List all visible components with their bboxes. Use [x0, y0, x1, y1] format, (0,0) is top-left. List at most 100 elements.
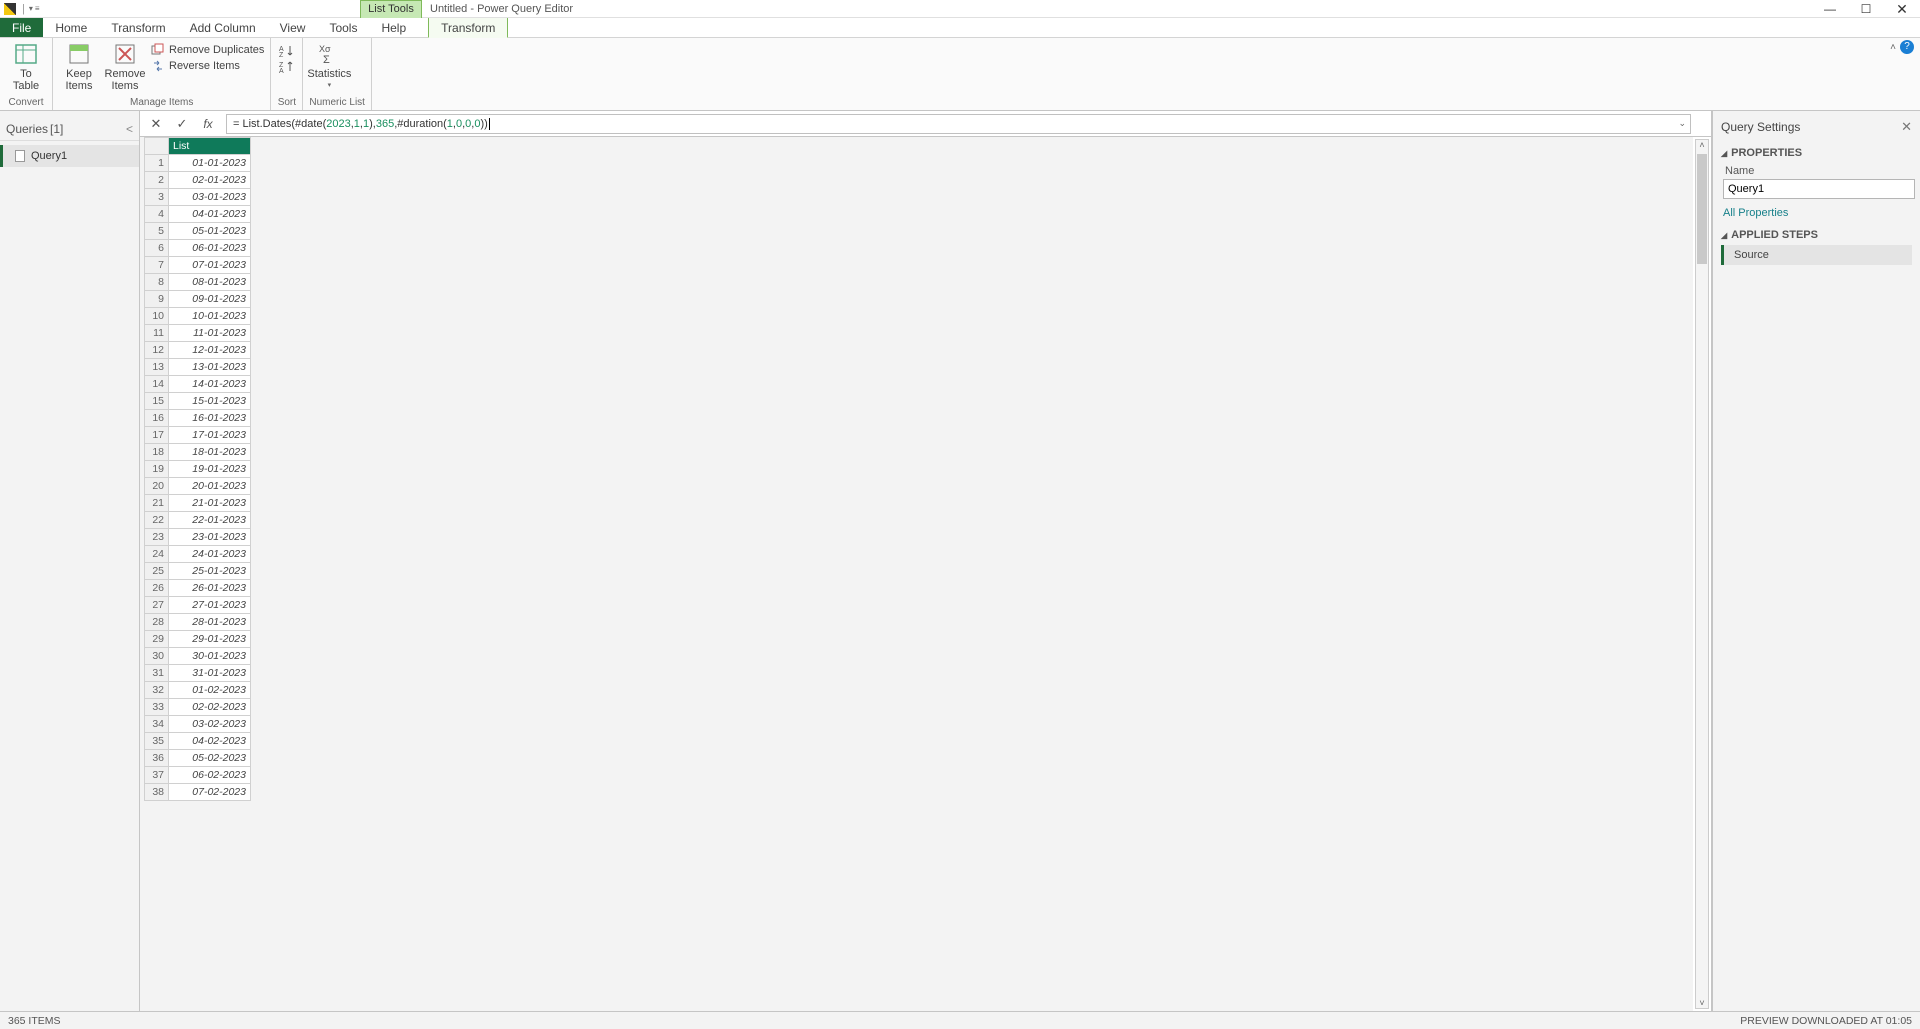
table-row[interactable]: 1313-01-2023 — [145, 359, 251, 376]
table-row[interactable]: 1515-01-2023 — [145, 393, 251, 410]
data-table[interactable]: List 101-01-2023202-01-2023303-01-202340… — [144, 137, 251, 801]
table-row[interactable]: 3302-02-2023 — [145, 699, 251, 716]
cell-value[interactable]: 05-01-2023 — [169, 223, 251, 240]
row-number[interactable]: 2 — [145, 172, 169, 189]
cell-value[interactable]: 11-01-2023 — [169, 325, 251, 342]
tab-transform[interactable]: Transform — [99, 18, 177, 37]
maximize-button[interactable]: ☐ — [1848, 0, 1884, 18]
table-row[interactable]: 2727-01-2023 — [145, 597, 251, 614]
row-number[interactable]: 1 — [145, 155, 169, 172]
table-row[interactable]: 1010-01-2023 — [145, 308, 251, 325]
table-row[interactable]: 505-01-2023 — [145, 223, 251, 240]
cell-value[interactable]: 18-01-2023 — [169, 444, 251, 461]
cell-value[interactable]: 04-02-2023 — [169, 733, 251, 750]
query-name-input[interactable] — [1723, 179, 1915, 199]
cell-value[interactable]: 17-01-2023 — [169, 427, 251, 444]
cell-value[interactable]: 06-01-2023 — [169, 240, 251, 257]
scroll-down-icon[interactable]: ˅ — [1699, 998, 1704, 1008]
table-row[interactable]: 1818-01-2023 — [145, 444, 251, 461]
row-number[interactable]: 26 — [145, 580, 169, 597]
qat-dropdown-icon[interactable]: ▾ — [29, 4, 33, 13]
table-row[interactable]: 303-01-2023 — [145, 189, 251, 206]
row-number[interactable]: 31 — [145, 665, 169, 682]
cell-value[interactable]: 15-01-2023 — [169, 393, 251, 410]
fx-icon[interactable]: fx — [200, 116, 216, 132]
applied-steps-section-header[interactable]: ◢ APPLIED STEPS — [1721, 229, 1912, 241]
table-row[interactable]: 2323-01-2023 — [145, 529, 251, 546]
cell-value[interactable]: 07-01-2023 — [169, 257, 251, 274]
table-row[interactable]: 1717-01-2023 — [145, 427, 251, 444]
sort-desc-button[interactable]: ZA — [279, 60, 295, 74]
remove-items-button[interactable]: Remove Items — [105, 40, 145, 92]
tab-help[interactable]: Help — [369, 18, 418, 37]
table-row[interactable]: 606-01-2023 — [145, 240, 251, 257]
tab-add-column[interactable]: Add Column — [178, 18, 268, 37]
keep-items-button[interactable]: Keep Items — [59, 40, 99, 92]
table-row[interactable]: 2222-01-2023 — [145, 512, 251, 529]
row-number[interactable]: 10 — [145, 308, 169, 325]
column-header-list[interactable]: List — [169, 138, 251, 155]
table-row[interactable]: 1111-01-2023 — [145, 325, 251, 342]
row-number[interactable]: 20 — [145, 478, 169, 495]
table-row[interactable]: 202-01-2023 — [145, 172, 251, 189]
row-number[interactable]: 27 — [145, 597, 169, 614]
cell-value[interactable]: 25-01-2023 — [169, 563, 251, 580]
cell-value[interactable]: 30-01-2023 — [169, 648, 251, 665]
tab-view[interactable]: View — [268, 18, 318, 37]
cell-value[interactable]: 19-01-2023 — [169, 461, 251, 478]
close-button[interactable]: ✕ — [1884, 0, 1920, 18]
cell-value[interactable]: 02-01-2023 — [169, 172, 251, 189]
sort-asc-button[interactable]: AZ — [279, 44, 295, 58]
table-row[interactable]: 3030-01-2023 — [145, 648, 251, 665]
row-number[interactable]: 6 — [145, 240, 169, 257]
row-number[interactable]: 4 — [145, 206, 169, 223]
scroll-up-icon[interactable]: ˄ — [1699, 140, 1704, 150]
cell-value[interactable]: 01-01-2023 — [169, 155, 251, 172]
context-tab-list-tools[interactable]: List Tools — [360, 0, 422, 18]
cell-value[interactable]: 13-01-2023 — [169, 359, 251, 376]
step-source[interactable]: Source — [1721, 245, 1912, 265]
cell-value[interactable]: 12-01-2023 — [169, 342, 251, 359]
table-row[interactable]: 808-01-2023 — [145, 274, 251, 291]
cell-value[interactable]: 20-01-2023 — [169, 478, 251, 495]
table-row[interactable]: 909-01-2023 — [145, 291, 251, 308]
row-number[interactable]: 13 — [145, 359, 169, 376]
minimize-button[interactable]: — — [1812, 0, 1848, 18]
cell-value[interactable]: 21-01-2023 — [169, 495, 251, 512]
row-number[interactable]: 35 — [145, 733, 169, 750]
row-number[interactable]: 32 — [145, 682, 169, 699]
row-number[interactable]: 22 — [145, 512, 169, 529]
table-row[interactable]: 2626-01-2023 — [145, 580, 251, 597]
formula-input[interactable]: = List.Dates(#date(2023,1,1),365,#durati… — [226, 114, 1691, 134]
cell-value[interactable]: 31-01-2023 — [169, 665, 251, 682]
tab-home[interactable]: Home — [43, 18, 99, 37]
row-number[interactable]: 12 — [145, 342, 169, 359]
cancel-formula-button[interactable]: ✕ — [148, 116, 164, 132]
cell-value[interactable]: 02-02-2023 — [169, 699, 251, 716]
cell-value[interactable]: 05-02-2023 — [169, 750, 251, 767]
commit-formula-button[interactable]: ✓ — [174, 116, 190, 132]
row-number[interactable]: 36 — [145, 750, 169, 767]
cell-value[interactable]: 08-01-2023 — [169, 274, 251, 291]
row-number[interactable]: 17 — [145, 427, 169, 444]
row-number[interactable]: 8 — [145, 274, 169, 291]
table-row[interactable]: 3807-02-2023 — [145, 784, 251, 801]
cell-value[interactable]: 28-01-2023 — [169, 614, 251, 631]
cell-value[interactable]: 22-01-2023 — [169, 512, 251, 529]
statistics-button[interactable]: XσΣ Statistics ▾ — [309, 40, 349, 92]
row-number[interactable]: 30 — [145, 648, 169, 665]
row-number[interactable]: 23 — [145, 529, 169, 546]
row-number[interactable]: 38 — [145, 784, 169, 801]
cell-value[interactable]: 03-01-2023 — [169, 189, 251, 206]
help-icon[interactable]: ? — [1900, 40, 1914, 54]
row-number[interactable]: 9 — [145, 291, 169, 308]
cell-value[interactable]: 24-01-2023 — [169, 546, 251, 563]
remove-duplicates-button[interactable]: Remove Duplicates — [151, 43, 264, 57]
qat-overflow-icon[interactable]: ≡ — [35, 4, 40, 13]
table-row[interactable]: 2020-01-2023 — [145, 478, 251, 495]
table-row[interactable]: 3403-02-2023 — [145, 716, 251, 733]
cell-value[interactable]: 29-01-2023 — [169, 631, 251, 648]
table-row[interactable]: 1212-01-2023 — [145, 342, 251, 359]
table-row[interactable]: 101-01-2023 — [145, 155, 251, 172]
table-row[interactable]: 707-01-2023 — [145, 257, 251, 274]
